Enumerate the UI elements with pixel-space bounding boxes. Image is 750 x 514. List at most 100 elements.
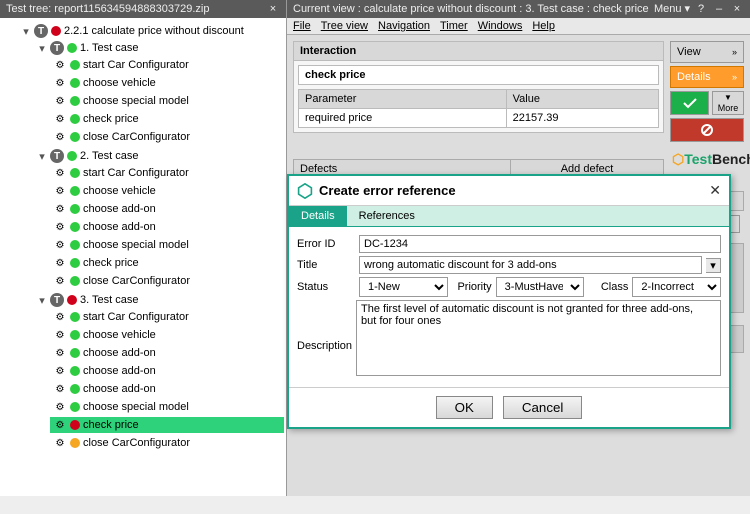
check-icon	[682, 97, 698, 109]
tree-step[interactable]: ⚙choose special model	[50, 237, 284, 253]
gear-icon: ⚙	[53, 400, 67, 414]
tree-root[interactable]: ▾ T 2.2.1 calculate price without discou…	[18, 23, 284, 39]
menu-help[interactable]: Help	[532, 20, 555, 32]
tree-step[interactable]: ⚙choose vehicle	[50, 183, 284, 199]
right-title: Current view : calculate price without d…	[293, 0, 649, 18]
tree-step[interactable]: ⚙check price	[50, 111, 284, 127]
gear-icon: ⚙	[53, 184, 67, 198]
tree-step[interactable]: ⚙choose vehicle	[50, 327, 284, 343]
menu-nav[interactable]: Navigation	[378, 20, 430, 32]
left-title-bar: Test tree: report115634594888303729.zip …	[0, 0, 286, 18]
gear-icon: ⚙	[53, 202, 67, 216]
status-green-icon	[70, 186, 80, 196]
gear-icon: ⚙	[53, 328, 67, 342]
collapse-icon[interactable]: ▾	[37, 150, 47, 163]
chevron-down-icon: ▾	[684, 0, 690, 18]
cancel-button[interactable]: Cancel	[503, 396, 583, 419]
gear-icon: ⚙	[53, 346, 67, 360]
view-button[interactable]: View»	[670, 41, 744, 63]
menu-tree[interactable]: Tree view	[321, 20, 368, 32]
ok-button[interactable]: OK	[436, 396, 493, 419]
error-id-field[interactable]	[359, 235, 721, 253]
collapse-icon[interactable]: ▾	[21, 25, 31, 38]
tree-step[interactable]: ⚙choose special model	[50, 399, 284, 415]
interaction-table: ParameterValue required price22157.39	[298, 89, 659, 128]
title-field[interactable]	[359, 256, 702, 274]
test-tree: ▾ T 2.2.1 calculate price without discou…	[0, 18, 286, 496]
test-icon: T	[50, 293, 64, 307]
tree-step[interactable]: ⚙start Car Configurator	[50, 165, 284, 181]
tree-step[interactable]: ⚙choose add-on	[50, 201, 284, 217]
tree-testcase-2[interactable]: ▾ T 2. Test case	[34, 148, 284, 164]
close-icon[interactable]: ×	[730, 2, 744, 16]
collapse-icon[interactable]: ▾	[37, 42, 47, 55]
gear-icon: ⚙	[53, 436, 67, 450]
status-green-icon	[70, 330, 80, 340]
accept-button[interactable]	[670, 91, 709, 115]
status-green-icon	[70, 348, 80, 358]
testbench-logo: ⬡TestBench	[670, 145, 744, 174]
details-button[interactable]: Details»	[670, 66, 744, 88]
tab-references[interactable]: References	[347, 206, 427, 226]
gear-icon: ⚙	[53, 130, 67, 144]
left-title: Test tree: report115634594888303729.zip	[6, 0, 209, 18]
gear-icon: ⚙	[53, 58, 67, 72]
gear-icon: ⚙	[53, 364, 67, 378]
tree-testcase-1[interactable]: ▾ T 1. Test case	[34, 40, 284, 56]
menu-dropdown[interactable]: Menu ▾	[654, 0, 690, 18]
gear-icon: ⚙	[53, 274, 67, 288]
tree-step[interactable]: ⚙choose add-on	[50, 219, 284, 235]
class-select[interactable]: 2-Incorrect	[632, 277, 721, 297]
collapse-icon[interactable]: ▾	[37, 294, 47, 307]
label-priority: Priority	[456, 281, 492, 293]
param-name: required price	[299, 109, 507, 128]
tree-step[interactable]: ⚙check price	[50, 255, 284, 271]
create-error-dialog: Create error reference ✕ Details Referen…	[287, 174, 731, 429]
right-title-bar: Current view : calculate price without d…	[287, 0, 750, 18]
gear-icon: ⚙	[53, 418, 67, 432]
reject-button[interactable]	[670, 118, 744, 142]
status-green-icon	[67, 43, 77, 53]
help-icon[interactable]: ?	[694, 2, 708, 16]
tree-step[interactable]: ⚙choose add-on	[50, 345, 284, 361]
hex-icon	[297, 183, 313, 199]
status-red-icon	[67, 295, 77, 305]
status-select[interactable]: 1-New	[359, 277, 448, 297]
interaction-card: Interaction check price ParameterValue r…	[293, 41, 664, 133]
gear-icon: ⚙	[53, 382, 67, 396]
tree-step[interactable]: ⚙choose add-on	[50, 381, 284, 397]
description-field[interactable]: The first level of automatic discount is…	[356, 300, 721, 376]
tree-step[interactable]: ⚙choose vehicle	[50, 75, 284, 91]
tree-step-selected[interactable]: ⚙check price	[50, 417, 284, 433]
label-class: Class	[592, 281, 628, 293]
interaction-header: Interaction	[294, 42, 663, 61]
col-value: Value	[506, 90, 658, 109]
menu-windows[interactable]: Windows	[478, 20, 523, 32]
title-dropdown-icon[interactable]: ▾	[706, 258, 721, 273]
test-icon: T	[50, 149, 64, 163]
tree-step[interactable]: ⚙start Car Configurator	[50, 57, 284, 73]
tree-step[interactable]: ⚙choose special model	[50, 93, 284, 109]
status-green-icon	[70, 222, 80, 232]
tree-testcase-3[interactable]: ▾ T 3. Test case	[34, 292, 284, 308]
dialog-close-icon[interactable]: ✕	[709, 182, 721, 199]
status-orange-icon	[70, 438, 80, 448]
tree-step[interactable]: ⚙close CarConfigurator	[50, 435, 284, 451]
minimize-icon[interactable]: –	[712, 2, 726, 16]
tab-details[interactable]: Details	[289, 206, 347, 226]
priority-select[interactable]: 3-MustHave	[496, 277, 585, 297]
menu-timer[interactable]: Timer	[440, 20, 468, 32]
tree-step[interactable]: ⚙close CarConfigurator	[50, 129, 284, 145]
tree-step[interactable]: ⚙close CarConfigurator	[50, 273, 284, 289]
gear-icon: ⚙	[53, 112, 67, 126]
tree-step[interactable]: ⚙choose add-on	[50, 363, 284, 379]
gear-icon: ⚙	[53, 220, 67, 234]
tree-step[interactable]: ⚙start Car Configurator	[50, 309, 284, 325]
status-green-icon	[70, 168, 80, 178]
more-button[interactable]: ▼More	[712, 91, 744, 115]
status-green-icon	[70, 402, 80, 412]
close-icon[interactable]: ×	[266, 2, 280, 16]
status-green-icon	[70, 240, 80, 250]
status-green-icon	[70, 276, 80, 286]
menu-file[interactable]: File	[293, 20, 311, 32]
